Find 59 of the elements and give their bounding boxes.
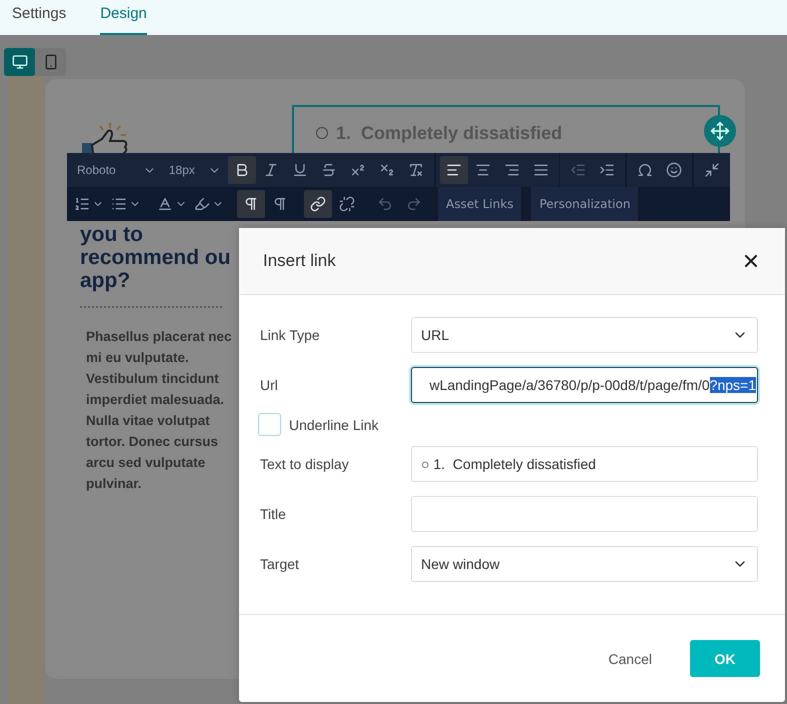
omega-icon: [637, 162, 654, 178]
heading-line: app?: [80, 269, 132, 292]
align-right-icon: [504, 162, 520, 178]
indent-icon: [599, 162, 616, 178]
field-label: Text to display: [260, 456, 350, 472]
text-field[interactable]: ○ 1. Completely dissatisfied: [411, 446, 758, 482]
heading-line: you to: [80, 223, 144, 246]
select-field[interactable]: URL: [411, 317, 758, 353]
pilcrow-icon: [243, 196, 259, 212]
redo-icon: [406, 196, 422, 212]
clear-format-icon: [408, 162, 424, 178]
body-paragraph: Phasellus placerat nec mi eu vulputate. Vestibulum tincidunt imperdiet malesuada. Nulla vitae volutpat tortor. Donec cursus arcu sed vulputate pulvinar.: [86, 328, 233, 493]
toolbar-button[interactable]: [237, 190, 265, 218]
superscript-icon: [350, 162, 366, 178]
device-button[interactable]: [35, 48, 66, 76]
toolbar-button[interactable]: [304, 190, 332, 218]
link-icon: [310, 196, 326, 212]
font-color-icon: [157, 196, 173, 212]
tab[interactable]: Design: [100, 0, 147, 35]
field-label: Title: [260, 506, 287, 522]
checkbox[interactable]: [258, 413, 281, 436]
align-left-icon: [446, 162, 462, 178]
align-center-icon: [474, 162, 491, 178]
text-field[interactable]: [411, 496, 758, 532]
tab[interactable]: Settings: [12, 0, 66, 35]
bullet-list-icon: [111, 196, 127, 212]
radio-icon: [316, 127, 328, 139]
heading-line: recommend ou: [80, 246, 232, 269]
unlink-icon: [339, 196, 355, 212]
strikethrough-icon: [320, 162, 337, 178]
justify-icon: [532, 162, 549, 178]
highlighter-icon: [194, 196, 210, 212]
collapse-icon: [704, 162, 720, 178]
italic-icon: [262, 162, 279, 178]
dialog-title: Insert link: [263, 251, 336, 271]
toolbar-button[interactable]: [440, 156, 468, 184]
outdent-icon: [570, 162, 586, 178]
toolbar-text-button[interactable]: Personalization: [531, 187, 638, 221]
numbered-list-icon: [74, 196, 90, 212]
smiley-icon: [666, 162, 682, 178]
pilcrow-icon: [272, 196, 288, 212]
undo-icon: [377, 196, 393, 212]
device-button[interactable]: [4, 48, 35, 76]
field-label: Url: [260, 377, 279, 393]
field-label: Link Type: [260, 327, 321, 343]
select-field[interactable]: New window: [411, 546, 758, 582]
toolbar-text-button[interactable]: Asset Links: [438, 187, 522, 221]
underline-icon: [292, 162, 308, 178]
font-select[interactable]: 18px: [162, 156, 227, 184]
checkbox-label: Underline Link: [289, 416, 378, 432]
cancel-button[interactable]: Cancel: [602, 650, 658, 668]
phone-icon: [42, 54, 58, 70]
subscript-icon: [378, 162, 395, 178]
field-label: Target: [260, 556, 300, 572]
url-field[interactable]: wLandingPage/a/36780/p/p-00d8/t/page/fm/0?nps=1: [411, 367, 758, 403]
toolbar-button[interactable]: [228, 156, 256, 184]
font-select[interactable]: Roboto: [71, 156, 162, 184]
desktop-icon: [12, 54, 28, 70]
move-icon: [710, 121, 730, 141]
